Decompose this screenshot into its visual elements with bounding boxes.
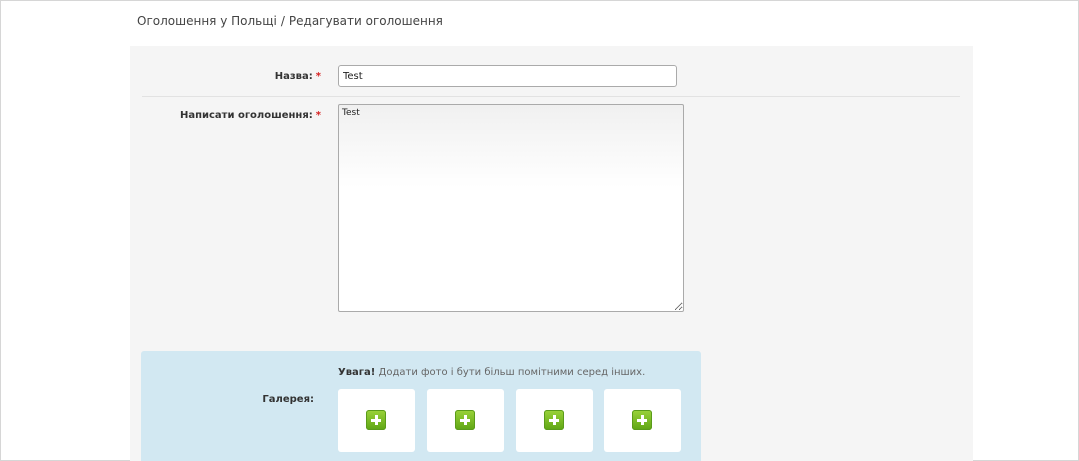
- gallery-add-slot-2[interactable]: [427, 389, 504, 452]
- add-photo-icon[interactable]: [366, 410, 386, 430]
- title-field-label: Назва: *: [275, 71, 321, 82]
- breadcrumb-current: Редагувати оголошення: [288, 14, 443, 28]
- breadcrumb-parent[interactable]: Оголошення у Польщі: [137, 14, 277, 28]
- required-mark: *: [315, 71, 321, 82]
- gallery-notice: Увага! Додати фото і бути більш помітним…: [338, 367, 645, 378]
- edit-form-panel: Назва:* Написати оголошення:* Test Увага…: [130, 46, 973, 461]
- text-field-label: Написати оголошення: *: [180, 110, 321, 121]
- add-photo-icon[interactable]: [544, 410, 564, 430]
- gallery-notice-strong: Увага!: [338, 367, 376, 378]
- text-label-text: Написати оголошення:: [179, 110, 313, 121]
- gallery-add-slot-1[interactable]: [338, 389, 415, 452]
- gallery-add-slot-3[interactable]: [516, 389, 593, 452]
- gallery-label: Галерея:: [262, 394, 314, 405]
- breadcrumb-separator: /: [280, 14, 285, 28]
- title-input[interactable]: [338, 65, 677, 87]
- form-divider: [142, 96, 960, 97]
- gallery-add-slot-4[interactable]: [604, 389, 681, 452]
- breadcrumb: Оголошення у Польщі / Редагувати оголошенн…: [137, 14, 443, 28]
- required-mark: *: [315, 110, 321, 121]
- add-photo-icon[interactable]: [632, 410, 652, 430]
- gallery-notice-text: Додати фото і бути більш помітними серед…: [378, 367, 646, 378]
- announcement-textarea[interactable]: Test: [338, 104, 684, 312]
- gallery-section: Увага! Додати фото і бути більш помітним…: [141, 351, 701, 461]
- add-photo-icon[interactable]: [455, 410, 475, 430]
- title-label-text: Назва:: [274, 71, 313, 82]
